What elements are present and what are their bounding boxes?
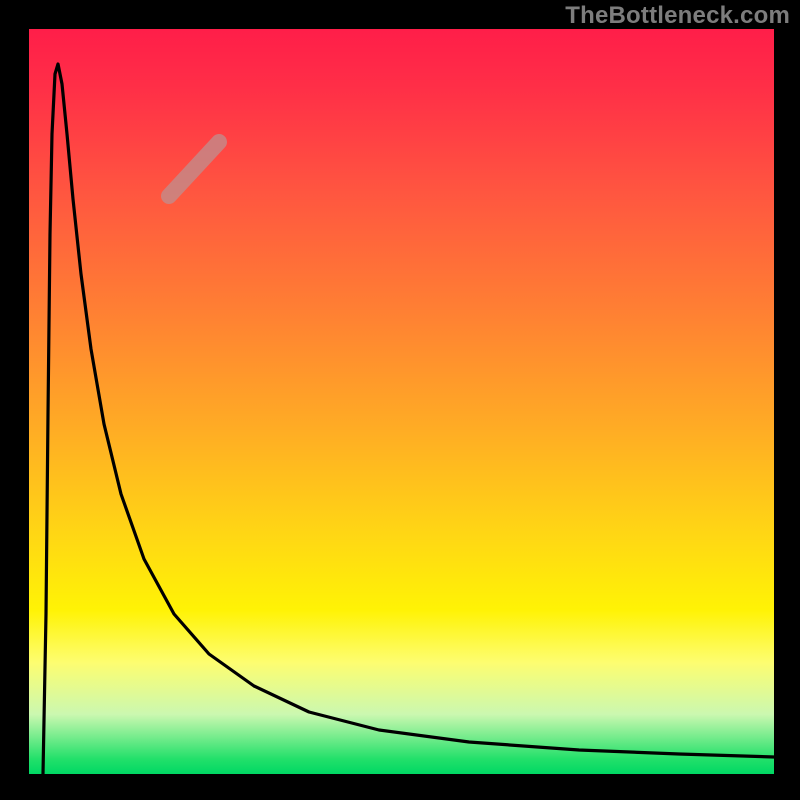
plot-area bbox=[29, 29, 774, 774]
curve-layer bbox=[29, 29, 774, 774]
highlight-segment bbox=[169, 142, 219, 196]
chart-frame: TheBottleneck.com bbox=[0, 0, 800, 800]
watermark-label: TheBottleneck.com bbox=[565, 2, 790, 30]
curve-path bbox=[43, 64, 774, 774]
